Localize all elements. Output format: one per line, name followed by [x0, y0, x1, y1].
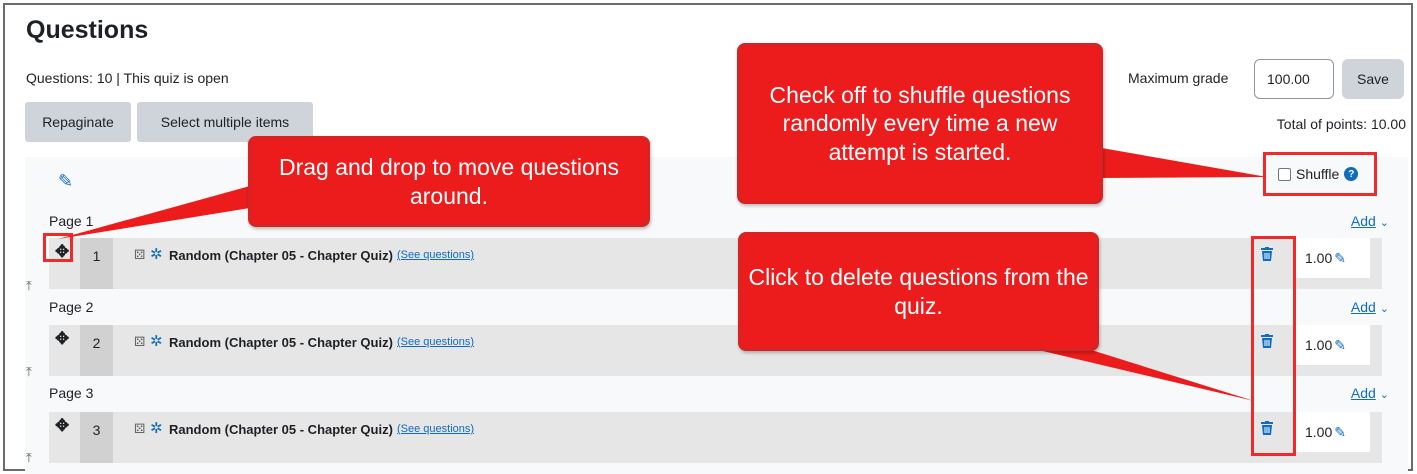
page-label: Page 1 — [49, 213, 94, 229]
question-number: 1 — [80, 238, 113, 289]
question-name: Random (Chapter 05 - Chapter Quiz) — [169, 248, 393, 263]
question-number: 3 — [80, 412, 113, 463]
add-question-menu[interactable]: Add ⌄ — [1351, 385, 1389, 401]
shuffle-label: Shuffle — [1296, 166, 1340, 182]
max-mark-field[interactable]: 1.00 ✎ — [1294, 238, 1370, 278]
shuffle-checkbox[interactable] — [1278, 167, 1291, 181]
shuffle-callout: Check off to shuffle questions randomly … — [737, 43, 1103, 204]
max-mark-field[interactable]: 1.00 ✎ — [1294, 325, 1370, 365]
move-icon[interactable]: ✥ — [55, 416, 69, 436]
delete-callout: Click to delete questions from the quiz. — [738, 232, 1099, 351]
chevron-down-icon: ⌄ — [1379, 217, 1389, 229]
question-row: ✥ 2 ⚄ ✲ Random (Chapter 05 - Chapter Qui… — [49, 325, 1382, 376]
random-question-icon: ⚄ — [134, 421, 146, 436]
add-label: Add — [1350, 385, 1376, 401]
chevron-down-icon: ⌄ — [1379, 389, 1389, 401]
edit-mark-icon[interactable]: ✎ — [1334, 337, 1346, 354]
question-name: Random (Chapter 05 - Chapter Quiz) — [169, 422, 393, 437]
chevron-down-icon: ⌄ — [1379, 303, 1389, 315]
move-highlight — [43, 233, 73, 262]
add-question-menu[interactable]: Add ⌄ — [1351, 299, 1389, 315]
page-break-icon[interactable]: ⤒ — [26, 450, 32, 466]
random-question-icon: ⚄ — [134, 247, 146, 262]
maximum-grade-input[interactable]: 100.00 — [1254, 59, 1334, 99]
move-icon[interactable]: ✥ — [55, 329, 69, 349]
question-name: Random (Chapter 05 - Chapter Quiz) — [169, 335, 393, 350]
repaginate-button[interactable]: Repaginate — [25, 102, 131, 142]
gear-icon[interactable]: ✲ — [150, 245, 163, 263]
see-questions-link[interactable]: (See questions) — [397, 336, 474, 348]
save-button[interactable]: Save — [1342, 59, 1404, 99]
question-circle-icon[interactable]: ? — [1344, 167, 1359, 181]
page-title: Questions — [26, 16, 149, 44]
maximum-grade-label: Maximum grade — [1128, 70, 1229, 86]
max-mark-value: 1.00 — [1305, 424, 1333, 440]
random-question-icon: ⚄ — [134, 334, 146, 349]
drag-callout: Drag and drop to move questions around. — [248, 136, 650, 227]
page-label: Page 3 — [49, 385, 94, 401]
gear-icon[interactable]: ✲ — [150, 332, 163, 350]
add-label: Add — [1350, 299, 1376, 315]
add-question-menu[interactable]: Add ⌄ — [1351, 213, 1389, 229]
total-points-text: Total of points: 10.00 — [1276, 116, 1406, 132]
max-mark-field[interactable]: 1.00 ✎ — [1294, 412, 1370, 452]
edit-section-heading-icon[interactable]: ✎ — [58, 171, 73, 192]
delete-highlight — [1251, 236, 1296, 456]
edit-mark-icon[interactable]: ✎ — [1334, 250, 1346, 267]
question-row: ✥ 3 ⚄ ✲ Random (Chapter 05 - Chapter Qui… — [49, 412, 1382, 463]
quiz-status-text: Questions: 10 | This quiz is open — [26, 70, 229, 86]
add-label: Add — [1350, 213, 1376, 229]
question-number: 2 — [80, 325, 113, 376]
shuffle-control[interactable]: Shuffle ? — [1263, 152, 1377, 196]
question-row: ✥ 1 ⚄ ✲ Random (Chapter 05 - Chapter Qui… — [49, 238, 1382, 289]
max-mark-value: 1.00 — [1305, 250, 1333, 266]
see-questions-link[interactable]: (See questions) — [397, 249, 474, 261]
see-questions-link[interactable]: (See questions) — [397, 423, 474, 435]
page-label: Page 2 — [49, 299, 94, 315]
page-break-icon[interactable]: ⤒ — [26, 278, 32, 294]
gear-icon[interactable]: ✲ — [150, 419, 163, 437]
page-break-icon[interactable]: ⤒ — [26, 364, 32, 380]
edit-mark-icon[interactable]: ✎ — [1334, 424, 1346, 441]
max-mark-value: 1.00 — [1305, 337, 1333, 353]
